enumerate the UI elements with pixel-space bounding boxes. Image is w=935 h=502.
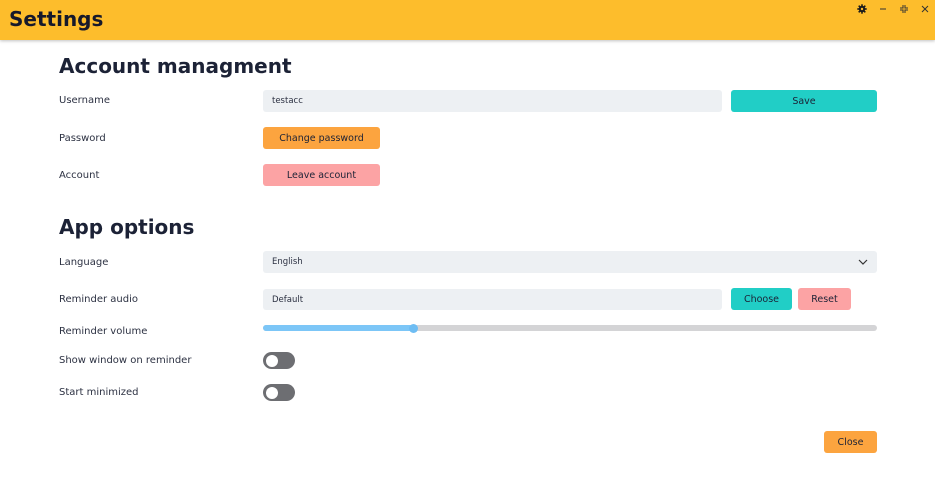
choose-button[interactable]: Choose (731, 288, 792, 310)
chevron-down-icon (858, 259, 868, 265)
reminder-volume-label: Reminder volume (59, 326, 148, 337)
password-label: Password (59, 133, 106, 144)
reminder-volume-slider[interactable] (263, 323, 877, 333)
start-minimized-toggle[interactable] (263, 384, 295, 401)
restore-icon[interactable] (897, 2, 911, 16)
account-label: Account (59, 170, 100, 181)
show-window-toggle[interactable] (263, 352, 295, 369)
language-label: Language (59, 257, 109, 268)
username-label: Username (59, 95, 110, 106)
username-input[interactable]: testacc (263, 90, 722, 112)
close-button[interactable]: Close (824, 431, 877, 453)
toggle-knob (266, 354, 278, 367)
minimize-icon[interactable] (876, 2, 890, 16)
gear-icon[interactable] (855, 2, 869, 16)
close-icon[interactable] (918, 2, 932, 16)
reset-button[interactable]: Reset (798, 288, 851, 310)
slider-fill (263, 325, 414, 331)
show-window-label: Show window on reminder (59, 355, 192, 366)
language-value: English (272, 257, 303, 267)
username-value: testacc (272, 96, 303, 106)
reminder-audio-label: Reminder audio (59, 294, 139, 305)
language-select[interactable]: English (263, 251, 877, 273)
account-section-heading: Account managment (59, 54, 292, 78)
window-title: Settings (9, 7, 104, 31)
slider-thumb[interactable] (408, 323, 418, 333)
start-minimized-label: Start minimized (59, 387, 139, 398)
save-button[interactable]: Save (731, 90, 877, 112)
title-bar: Settings (0, 0, 935, 40)
toggle-knob (266, 386, 278, 399)
reminder-audio-field[interactable]: Default (263, 289, 722, 310)
leave-account-button[interactable]: Leave account (263, 164, 380, 186)
app-options-heading: App options (59, 215, 195, 239)
change-password-button[interactable]: Change password (263, 127, 380, 149)
reminder-audio-value: Default (272, 294, 304, 305)
